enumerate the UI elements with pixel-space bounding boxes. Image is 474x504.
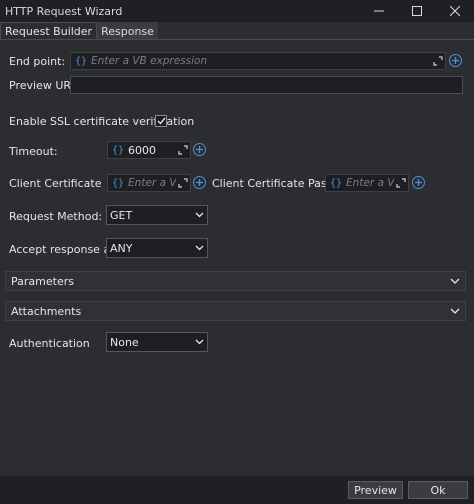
accept-response-select[interactable]: ANY xyxy=(106,238,208,258)
authentication-label: Authentication xyxy=(9,337,90,350)
checkmark-icon xyxy=(157,117,166,125)
client-certificate-password-input[interactable]: {} Enter a VB xyxy=(325,174,409,192)
tab-request-builder[interactable]: Request Builder xyxy=(0,22,98,40)
accept-response-label: Accept response as: xyxy=(9,243,120,256)
request-method-label: Request Method: xyxy=(9,210,103,223)
maximize-button[interactable] xyxy=(398,0,436,22)
curly-braces-icon: {} xyxy=(112,177,125,189)
close-button[interactable] xyxy=(436,0,474,22)
preview-button[interactable]: Preview xyxy=(348,481,403,499)
client-certificate-input[interactable]: {} Enter a VB xyxy=(107,174,191,192)
request-method-select[interactable]: GET xyxy=(106,205,208,225)
add-client-certificate-plus-circle-icon[interactable] xyxy=(193,176,206,189)
minimize-icon xyxy=(374,10,384,12)
chevron-down-icon xyxy=(445,308,465,314)
endpoint-label: End point: xyxy=(9,55,66,68)
authentication-select[interactable]: None xyxy=(106,332,208,352)
timeout-input[interactable]: {} 6000 xyxy=(107,141,191,159)
preview-url-field[interactable] xyxy=(70,76,463,94)
add-timeout-plus-circle-icon[interactable] xyxy=(193,143,206,156)
attachments-section-title: Attachments xyxy=(11,304,82,318)
add-endpoint-plus-circle-icon[interactable] xyxy=(449,54,462,67)
client-certificate-label: Client Certificate xyxy=(9,177,102,190)
minimize-button[interactable] xyxy=(360,0,398,22)
timeout-label: Timeout: xyxy=(9,145,58,158)
attachments-section-header[interactable]: Attachments xyxy=(5,301,466,321)
accept-response-value: ANY xyxy=(110,241,133,255)
expand-arrows-icon[interactable] xyxy=(394,176,408,190)
window-title: HTTP Request Wizard xyxy=(5,4,123,18)
expand-arrows-icon[interactable] xyxy=(176,176,190,190)
authentication-value: None xyxy=(110,335,139,349)
expand-arrows-icon[interactable] xyxy=(176,143,190,157)
ok-button[interactable]: Ok xyxy=(408,481,468,499)
tab-bar: Request Builder Response xyxy=(0,22,474,40)
chevron-down-icon xyxy=(191,339,207,345)
tab-response[interactable]: Response xyxy=(97,22,158,40)
endpoint-placeholder: Enter a VB expression xyxy=(91,55,208,67)
request-method-value: GET xyxy=(110,208,133,222)
parameters-section-header[interactable]: Parameters xyxy=(5,271,466,291)
close-icon xyxy=(450,6,460,16)
endpoint-input[interactable]: {} Enter a VB expression xyxy=(70,52,446,70)
client-certificate-password-placeholder: Enter a VB xyxy=(346,177,394,189)
curly-braces-icon: {} xyxy=(75,55,88,67)
parameters-section-title: Parameters xyxy=(11,274,74,288)
chevron-down-icon xyxy=(445,278,465,284)
curly-braces-icon: {} xyxy=(112,144,125,156)
expand-arrows-icon[interactable] xyxy=(431,54,445,68)
timeout-value: 6000 xyxy=(128,143,157,157)
title-bar: HTTP Request Wizard xyxy=(0,0,474,22)
chevron-down-icon xyxy=(191,212,207,218)
client-certificate-placeholder: Enter a VB xyxy=(128,177,176,189)
tab-divider xyxy=(0,39,474,40)
chevron-down-icon xyxy=(191,245,207,251)
curly-braces-icon: {} xyxy=(330,177,343,189)
add-client-certificate-password-plus-circle-icon[interactable] xyxy=(412,176,425,189)
maximize-icon xyxy=(412,6,422,16)
ssl-checkbox[interactable] xyxy=(155,115,167,127)
